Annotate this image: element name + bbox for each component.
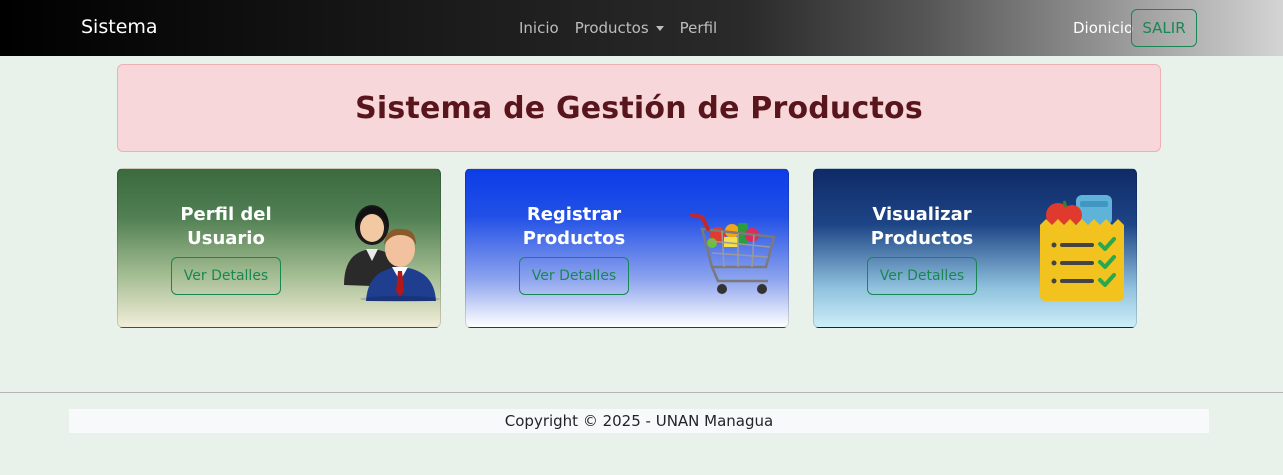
- card-title: Perfil del Usuario: [158, 203, 294, 251]
- card-title-line2: Usuario: [187, 228, 265, 249]
- header-alert: Sistema de Gestión de Productos: [117, 64, 1161, 152]
- nav-link-inicio[interactable]: Inicio: [519, 19, 559, 37]
- nav-link-productos-label: Productos: [574, 19, 649, 37]
- checklist-icon: [1040, 195, 1124, 301]
- page-title: Sistema de Gestión de Productos: [355, 90, 923, 126]
- card-title: Registrar Productos: [506, 203, 642, 251]
- card-user-profile: Perfil del Usuario Ver Detalles: [117, 168, 441, 328]
- footer-divider: [0, 392, 1283, 393]
- brand[interactable]: Sistema: [81, 16, 158, 38]
- nav-link-productos[interactable]: Productos: [575, 19, 664, 37]
- card-title-line1: Perfil del: [180, 204, 272, 225]
- copyright-text: Copyright © 2025 - UNAN Managua: [504, 412, 774, 430]
- card-title: Visualizar Productos: [854, 203, 990, 251]
- view-details-button[interactable]: Ver Detalles: [171, 257, 281, 295]
- view-details-button[interactable]: Ver Detalles: [519, 257, 629, 295]
- users-icon: [344, 205, 440, 302]
- card-title-line2: Productos: [522, 228, 626, 249]
- card-title-line1: Registrar: [526, 204, 622, 225]
- user-name: Dionicio: [1073, 19, 1134, 37]
- footer: Copyright © 2025 - UNAN Managua: [69, 409, 1209, 433]
- card-title-line1: Visualizar: [872, 204, 972, 225]
- card-title-line2: Productos: [870, 228, 974, 249]
- shopping-cart-icon: [690, 213, 776, 294]
- nav-links: Inicio Productos Perfil: [519, 19, 717, 37]
- logout-button[interactable]: SALIR: [1131, 9, 1197, 47]
- navbar: Sistema Inicio Productos Perfil Dionicio…: [0, 0, 1283, 56]
- card-view-products: Visualizar Productos Ver Detalles: [813, 168, 1137, 328]
- nav-link-perfil[interactable]: Perfil: [680, 19, 718, 37]
- card-register-products: Registrar Productos Ver Detalles: [465, 168, 789, 328]
- chevron-down-icon: [655, 26, 664, 31]
- view-details-button[interactable]: Ver Detalles: [867, 257, 977, 295]
